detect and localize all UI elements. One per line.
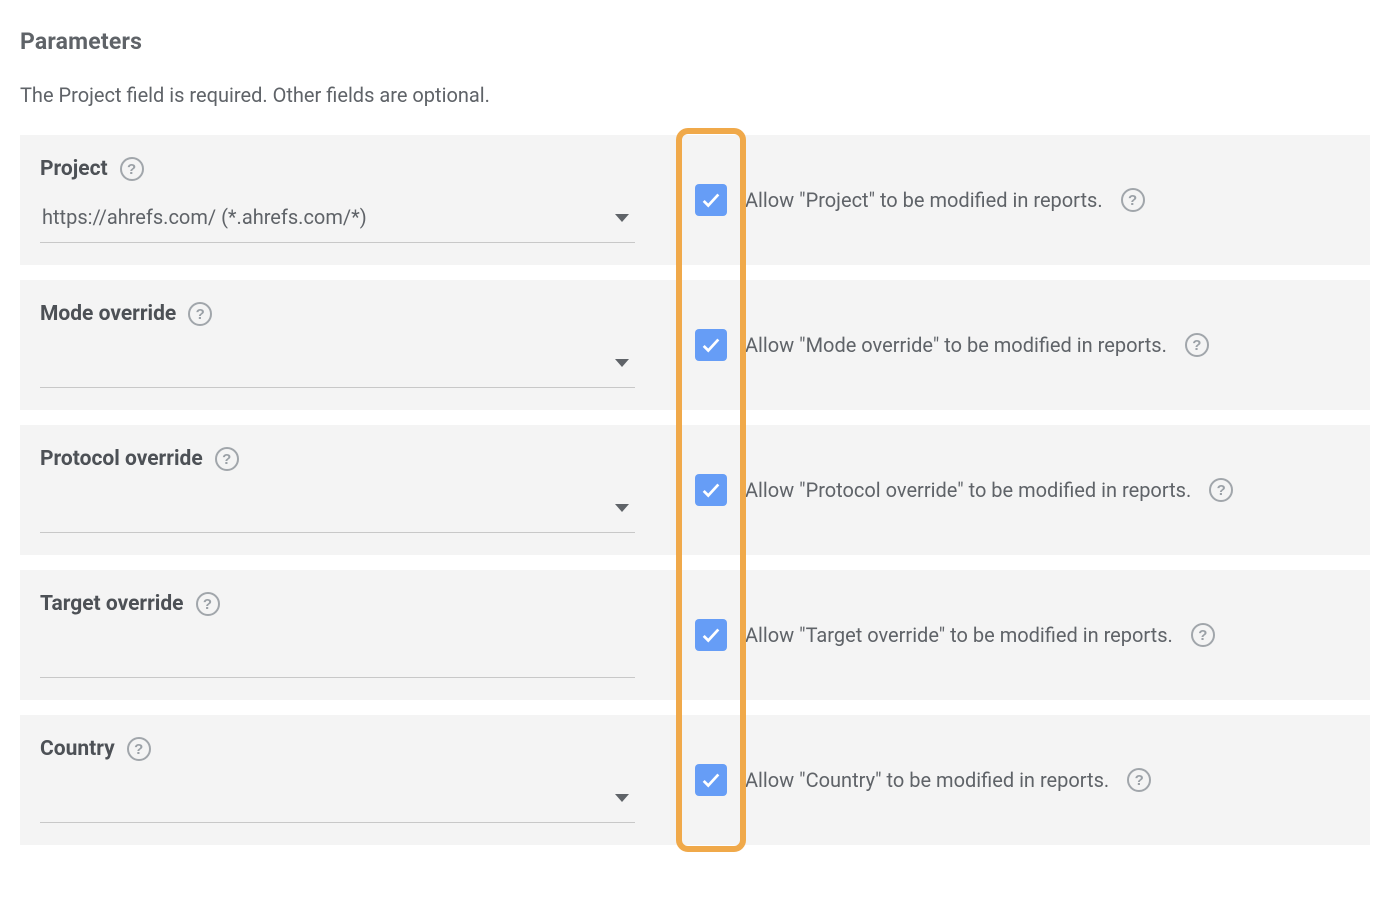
allow-modify-label: Allow "Target override" to be modified i… bbox=[745, 623, 1173, 647]
allow-modify-checkbox[interactable] bbox=[695, 184, 727, 216]
help-icon[interactable]: ? bbox=[1191, 623, 1215, 647]
help-icon[interactable]: ? bbox=[1121, 188, 1145, 212]
country-dropdown[interactable] bbox=[40, 775, 635, 823]
chevron-down-icon bbox=[615, 214, 629, 222]
chevron-down-icon bbox=[615, 359, 629, 367]
help-icon[interactable]: ? bbox=[215, 447, 239, 471]
chevron-down-icon bbox=[615, 504, 629, 512]
project-dropdown[interactable]: https://ahrefs.com/ (*.ahrefs.com/*) bbox=[40, 195, 635, 243]
help-icon[interactable]: ? bbox=[127, 737, 151, 761]
param-row-country: Country ? Allow "Country" to be modified… bbox=[20, 715, 1370, 845]
help-icon[interactable]: ? bbox=[196, 592, 220, 616]
help-icon[interactable]: ? bbox=[1209, 478, 1233, 502]
allow-modify-checkbox[interactable] bbox=[695, 619, 727, 651]
help-icon[interactable]: ? bbox=[188, 302, 212, 326]
param-row-protocol-override: Protocol override ? Allow "Protocol over… bbox=[20, 425, 1370, 555]
param-label: Project bbox=[40, 157, 108, 181]
mode-override-dropdown-value bbox=[42, 350, 615, 376]
param-row-project: Project ? https://ahrefs.com/ (*.ahrefs.… bbox=[20, 135, 1370, 265]
param-label: Protocol override bbox=[40, 447, 203, 471]
help-icon[interactable]: ? bbox=[1127, 768, 1151, 792]
allow-modify-label: Allow "Project" to be modified in report… bbox=[745, 188, 1103, 212]
allow-modify-checkbox[interactable] bbox=[695, 764, 727, 796]
target-override-input-value bbox=[42, 640, 629, 666]
param-label: Target override bbox=[40, 592, 184, 616]
param-label: Country bbox=[40, 737, 115, 761]
parameters-subtext: The Project field is required. Other fie… bbox=[20, 83, 1370, 107]
parameters-heading: Parameters bbox=[20, 28, 1370, 55]
help-icon[interactable]: ? bbox=[120, 157, 144, 181]
protocol-override-dropdown-value bbox=[42, 495, 615, 521]
project-dropdown-value: https://ahrefs.com/ (*.ahrefs.com/*) bbox=[42, 205, 615, 231]
parameters-rows: Project ? https://ahrefs.com/ (*.ahrefs.… bbox=[20, 135, 1370, 845]
chevron-down-icon bbox=[615, 794, 629, 802]
country-dropdown-value bbox=[42, 785, 615, 811]
help-icon[interactable]: ? bbox=[1185, 333, 1209, 357]
allow-modify-checkbox[interactable] bbox=[695, 474, 727, 506]
param-row-mode-override: Mode override ? Allow "Mode override" to… bbox=[20, 280, 1370, 410]
target-override-input[interactable] bbox=[40, 630, 635, 678]
allow-modify-label: Allow "Protocol override" to be modified… bbox=[745, 478, 1191, 502]
protocol-override-dropdown[interactable] bbox=[40, 485, 635, 533]
param-label: Mode override bbox=[40, 302, 176, 326]
param-row-target-override: Target override ? Allow "Target override… bbox=[20, 570, 1370, 700]
allow-modify-checkbox[interactable] bbox=[695, 329, 727, 361]
allow-modify-label: Allow "Mode override" to be modified in … bbox=[745, 333, 1167, 357]
allow-modify-label: Allow "Country" to be modified in report… bbox=[745, 768, 1109, 792]
mode-override-dropdown[interactable] bbox=[40, 340, 635, 388]
